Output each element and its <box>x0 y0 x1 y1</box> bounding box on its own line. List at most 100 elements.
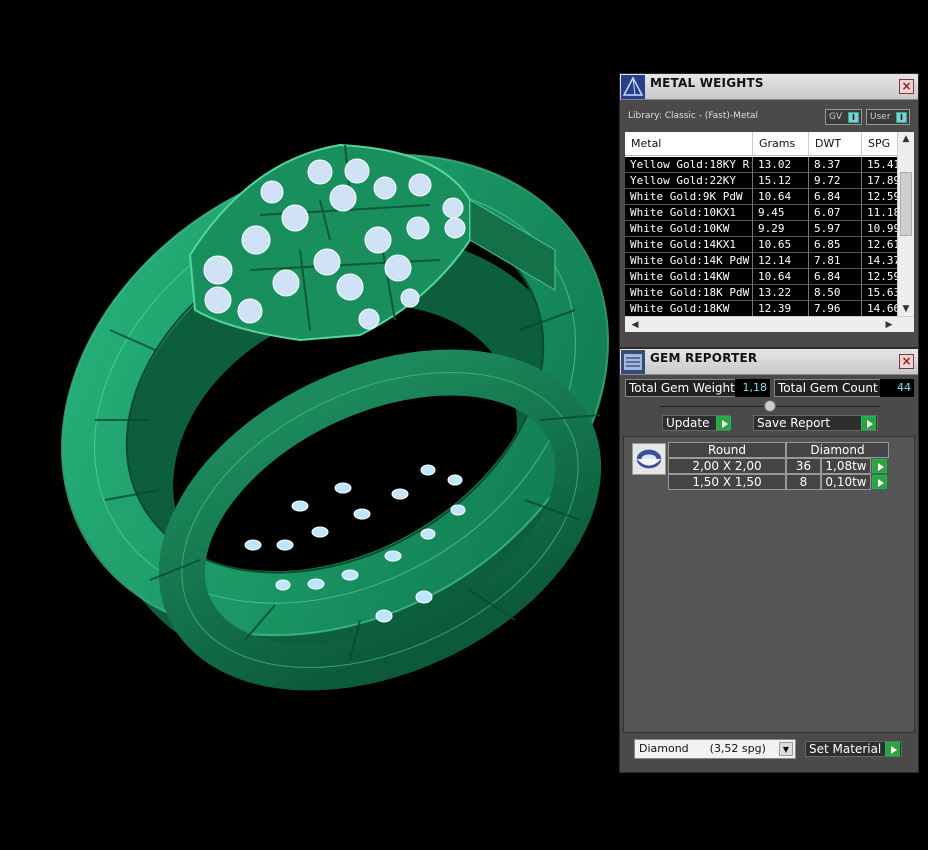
gem-count: 36 <box>786 458 821 474</box>
metal-weights-titlebar[interactable]: METAL WEIGHTS × <box>620 74 918 100</box>
dwt-value: 7.81 <box>809 253 862 269</box>
scroll-left-icon[interactable]: ◀ <box>627 317 643 332</box>
set-material-label: Set Material <box>809 742 882 756</box>
spg-value: 17.89 <box>862 173 902 189</box>
scroll-thumb[interactable] <box>900 172 912 236</box>
gem-reporter-panel: GEM REPORTER × Total Gem Weight 1,18 Tot… <box>619 348 919 773</box>
spg-value: 10.99 <box>862 221 902 237</box>
scroll-down-icon[interactable]: ▼ <box>898 302 914 316</box>
user-toggle[interactable]: User I <box>866 109 910 125</box>
spg-value: 12.59 <box>862 189 902 205</box>
table-row[interactable]: White Gold:14KW 10.64 6.84 12.59 <box>625 269 902 285</box>
metal-name: Yellow Gold:22KY <box>625 173 753 189</box>
material-dropdown[interactable]: Diamond (3,52 spg) ▼ <box>634 739 796 759</box>
gem-weight: 0,10tw <box>821 474 871 490</box>
gem-list-area: Round Diamond 2,00 X 2,00 36 1,08tw 1,50… <box>623 436 915 733</box>
close-icon[interactable]: × <box>899 354 914 369</box>
gem-size: 1,50 X 1,50 <box>668 474 786 490</box>
spg-value: 14.37 <box>862 253 902 269</box>
table-row[interactable]: White Gold:18KW 12.39 7.96 14.66 <box>625 301 902 317</box>
gem-row-play-icon[interactable] <box>872 475 887 489</box>
spg-value: 12.61 <box>862 237 902 253</box>
table-row[interactable]: White Gold:10KX1 9.45 6.07 11.18 <box>625 205 902 221</box>
metal-table-header: Metal Grams DWT SPG <box>625 132 902 156</box>
table-row[interactable]: White Gold:14KX1 10.65 6.85 12.61 <box>625 237 902 253</box>
toggle-knob-icon: I <box>896 112 907 123</box>
table-row[interactable]: White Gold:10KW 9.29 5.97 10.99 <box>625 221 902 237</box>
grams-value: 15.12 <box>753 173 809 189</box>
gv-toggle[interactable]: GV I <box>825 109 862 125</box>
grams-value: 9.45 <box>753 205 809 221</box>
gem-weight: 1,08tw <box>821 458 871 474</box>
col-dwt[interactable]: DWT <box>809 132 862 156</box>
grams-value: 10.65 <box>753 237 809 253</box>
dwt-value: 6.85 <box>809 237 862 253</box>
col-metal[interactable]: Metal <box>625 132 753 156</box>
metal-name: White Gold:14K PdW <box>625 253 753 269</box>
col-grams[interactable]: Grams <box>753 132 809 156</box>
metal-name: White Gold:14KW <box>625 269 753 285</box>
metal-name: White Gold:9K PdW <box>625 189 753 205</box>
grams-value: 12.39 <box>753 301 809 317</box>
grams-value: 9.29 <box>753 221 809 237</box>
grams-value: 10.64 <box>753 189 809 205</box>
library-label: Library: Classic - (Fast)-Metal <box>628 111 759 121</box>
metal-table-body: Yellow Gold:18KY R...13.028.3715.41Yello… <box>625 157 902 332</box>
spg-value: 11.18 <box>862 205 902 221</box>
dwt-value: 6.07 <box>809 205 862 221</box>
spg-value: 12.59 <box>862 269 902 285</box>
dwt-value: 7.96 <box>809 301 862 317</box>
metal-table[interactable]: Metal Grams DWT SPG Yellow Gold:18KY R..… <box>625 132 914 332</box>
total-gem-weight-value: 1,18 <box>735 379 770 397</box>
spg-value: 15.63 <box>862 285 902 301</box>
dwt-value: 9.72 <box>809 173 862 189</box>
scroll-right-icon[interactable]: ▶ <box>881 317 897 332</box>
grams-value: 12.14 <box>753 253 809 269</box>
save-report-play-icon[interactable] <box>861 416 876 430</box>
metal-name: White Gold:10KW <box>625 221 753 237</box>
col-spg[interactable]: SPG <box>862 132 902 156</box>
save-report-label: Save Report <box>757 416 831 430</box>
dwt-value: 8.37 <box>809 157 862 173</box>
metal-name: Yellow Gold:18KY R... <box>625 157 753 173</box>
horizontal-scrollbar[interactable]: ◀ ▶ <box>625 316 914 332</box>
table-row[interactable]: White Gold:9K PdW 10.64 6.84 12.59 <box>625 189 902 205</box>
table-row[interactable]: White Gold:18K PdW 13.22 8.50 15.63 <box>625 285 902 301</box>
gem-shape-header: Round <box>668 442 786 458</box>
close-icon[interactable]: × <box>899 79 914 94</box>
gem-count: 8 <box>786 474 821 490</box>
table-row[interactable]: White Gold:14K PdW 12.14 7.81 14.37 <box>625 253 902 269</box>
table-row[interactable]: Yellow Gold:22KY 15.12 9.72 17.89 <box>625 173 902 189</box>
gv-toggle-label: GV <box>829 112 843 122</box>
metal-name: White Gold:10KX1 <box>625 205 753 221</box>
grams-value: 13.22 <box>753 285 809 301</box>
ring-model <box>61 143 609 691</box>
metal-name: White Gold:14KX1 <box>625 237 753 253</box>
update-play-icon[interactable] <box>716 416 731 430</box>
gem-size: 2,00 X 2,00 <box>668 458 786 474</box>
total-gem-count-value: 44 <box>880 379 914 397</box>
metal-name: White Gold:18KW <box>625 301 753 317</box>
save-report-button[interactable]: Save Report <box>753 415 878 431</box>
gem-reporter-titlebar[interactable]: GEM REPORTER × <box>620 349 918 375</box>
spg-value: 14.66 <box>862 301 902 317</box>
scroll-up-icon[interactable]: ▲ <box>898 132 914 146</box>
user-toggle-label: User <box>870 112 891 122</box>
table-row[interactable]: Yellow Gold:18KY R...13.028.3715.41 <box>625 157 902 173</box>
3d-viewport[interactable] <box>0 0 620 850</box>
splitter-handle[interactable] <box>764 400 776 412</box>
chevron-down-icon[interactable]: ▼ <box>779 742 793 756</box>
set-material-play-icon[interactable] <box>885 742 900 756</box>
metal-weights-title: METAL WEIGHTS <box>650 76 764 90</box>
dwt-value: 6.84 <box>809 269 862 285</box>
grams-value: 10.64 <box>753 269 809 285</box>
round-gem-icon[interactable] <box>632 443 666 475</box>
pyramid-icon <box>621 75 645 99</box>
gem-material-header: Diamond <box>786 442 889 458</box>
gem-row-play-icon[interactable] <box>872 459 887 473</box>
grams-value: 13.02 <box>753 157 809 173</box>
dwt-value: 5.97 <box>809 221 862 237</box>
vertical-scrollbar[interactable]: ▲ ▼ <box>897 132 914 316</box>
spg-value: 15.41 <box>862 157 902 173</box>
gem-report-icon <box>621 350 645 374</box>
